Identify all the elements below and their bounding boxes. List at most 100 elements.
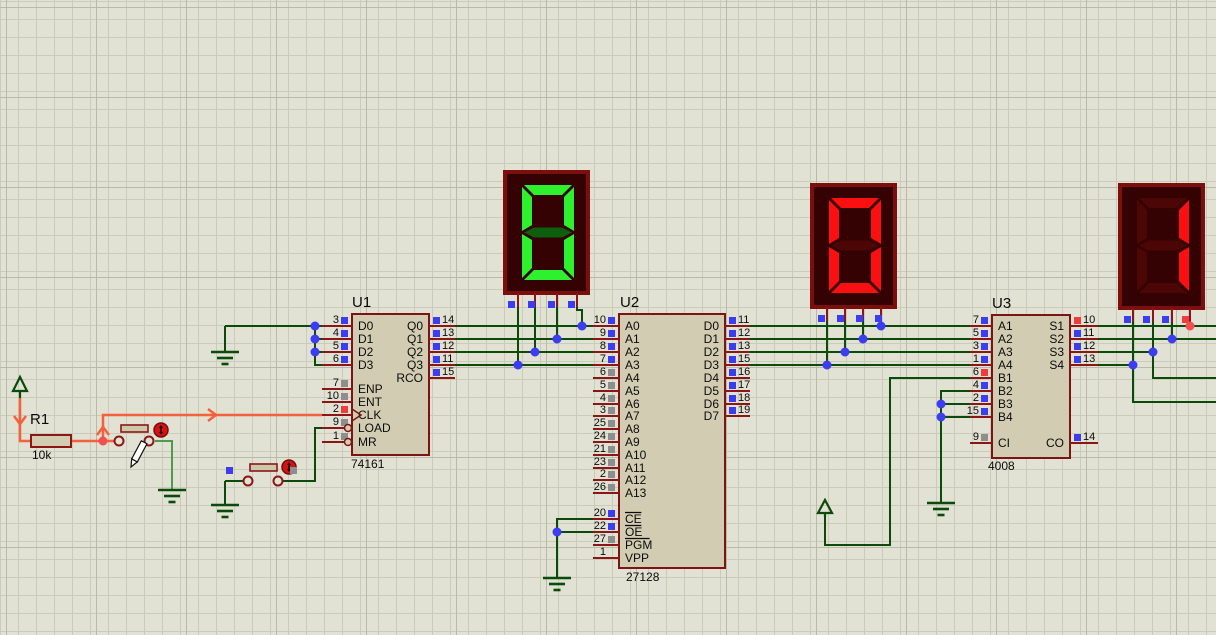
junction-dot — [531, 348, 540, 357]
pin-state-indicator — [608, 330, 615, 337]
wire[interactable] — [315, 326, 322, 365]
pin-number: 12 — [738, 327, 750, 339]
pin-number: 18 — [738, 392, 750, 404]
pin-name: B1 — [998, 371, 1013, 385]
u1-part-label: 74161 — [351, 458, 384, 470]
pin-number: 24 — [594, 430, 606, 442]
u3-part-label: 4008 — [988, 460, 1015, 472]
pin-name: A9 — [625, 435, 640, 449]
button-cap — [250, 464, 277, 471]
pin-number: 9 — [600, 327, 606, 339]
pin-number: 3 — [333, 314, 339, 326]
wire[interactable] — [1153, 322, 1216, 378]
pin-name: PGM — [625, 538, 652, 552]
power-terminal[interactable] — [13, 377, 27, 391]
resistor-r1[interactable] — [31, 435, 71, 447]
junction-dot — [1149, 348, 1158, 357]
pin-state-indicator — [433, 369, 440, 376]
junction-dot — [311, 348, 320, 357]
pin-state-indicator — [1143, 316, 1150, 323]
segment-g — [831, 241, 879, 251]
pin-name: ENP — [358, 382, 383, 396]
pin-number: 11 — [442, 353, 453, 365]
pin-state-indicator — [548, 301, 555, 308]
pin-name: B2 — [998, 384, 1013, 398]
pin-state-indicator — [608, 433, 615, 440]
pin-state-indicator — [981, 434, 988, 441]
junction-dot — [877, 322, 886, 331]
pin-number: 5 — [973, 327, 979, 339]
segment-g — [1139, 241, 1187, 251]
pin-name: D2 — [704, 345, 720, 359]
pin-number: 1 — [333, 430, 339, 442]
pin-state-indicator — [981, 395, 988, 402]
pin-number: 4 — [333, 327, 339, 339]
pin-number: 4 — [973, 379, 979, 391]
u2-part-label: 27128 — [626, 571, 659, 583]
r1-ref-label: R1 — [30, 412, 49, 427]
push-button-2[interactable] — [274, 477, 283, 486]
pin-number: 13 — [738, 340, 750, 352]
pin-name: LOAD — [358, 421, 391, 435]
power-terminal[interactable] — [818, 500, 832, 513]
pin-state-indicator — [341, 380, 348, 387]
pin-number: 6 — [333, 353, 339, 365]
junction-dot — [937, 400, 946, 409]
pin-name: A0 — [625, 319, 640, 333]
pin-state-indicator — [981, 382, 988, 389]
pin-name: A1 — [625, 332, 640, 346]
pin-state-indicator — [729, 382, 736, 389]
pin-name: D2 — [358, 345, 374, 359]
pin-number: 11 — [1083, 327, 1094, 339]
junction-dot — [823, 361, 832, 370]
pin-state-indicator — [608, 471, 615, 478]
pin-state-indicator — [608, 356, 615, 363]
junction-dot — [553, 335, 562, 344]
pin-state-indicator — [981, 343, 988, 350]
pin-number: 9 — [973, 431, 979, 443]
pin-name: CE — [625, 512, 642, 526]
pin-state-indicator — [608, 317, 615, 324]
pin-name: A12 — [625, 473, 647, 487]
pin-state-indicator — [226, 467, 233, 474]
pin-state-indicator — [608, 523, 615, 530]
push-button-2[interactable] — [244, 477, 253, 486]
wire[interactable] — [557, 519, 593, 578]
pin-state-indicator — [608, 536, 615, 543]
pin-state-indicator — [608, 446, 615, 453]
pin-number: 11 — [738, 314, 749, 326]
pin-number: 12 — [1083, 340, 1095, 352]
push-button-1[interactable] — [115, 437, 124, 446]
pin-name: Q0 — [407, 319, 423, 333]
pin-name: Q2 — [407, 345, 423, 359]
pin-state-indicator — [341, 406, 348, 413]
pin-name: S4 — [1049, 358, 1064, 372]
pin-state-indicator — [1074, 330, 1081, 337]
pin-state-indicator — [729, 317, 736, 324]
pin-state-indicator — [341, 317, 348, 324]
pin-name: OE — [625, 525, 642, 539]
pin-state-indicator — [433, 356, 440, 363]
wire[interactable] — [941, 391, 970, 503]
pin-number: 5 — [600, 379, 606, 391]
pin-number: 27 — [594, 533, 606, 545]
pin-number: 15 — [442, 366, 454, 378]
pin-number: 2 — [600, 468, 606, 480]
wire[interactable] — [1133, 322, 1216, 402]
pin-name: D7 — [704, 409, 720, 423]
pin-state-indicator — [729, 356, 736, 363]
pin-name: D3 — [704, 358, 720, 372]
pin-name: B4 — [998, 410, 1013, 424]
pin-number: 14 — [442, 314, 454, 326]
pin-name: A10 — [625, 448, 647, 462]
junction-dot — [578, 322, 587, 331]
pin-name: A3 — [998, 345, 1013, 359]
wire[interactable] — [155, 441, 172, 490]
pin-state-indicator — [508, 301, 515, 308]
schematic-canvas[interactable]: 3D04D15D26D37ENP10ENT2CLK9LOAD1MR14Q013Q… — [0, 0, 1216, 635]
pin-number: 16 — [738, 366, 750, 378]
pin-number: 6 — [973, 366, 979, 378]
button-cap — [121, 425, 148, 432]
pin-number: 6 — [600, 366, 606, 378]
pin-state-indicator — [433, 317, 440, 324]
